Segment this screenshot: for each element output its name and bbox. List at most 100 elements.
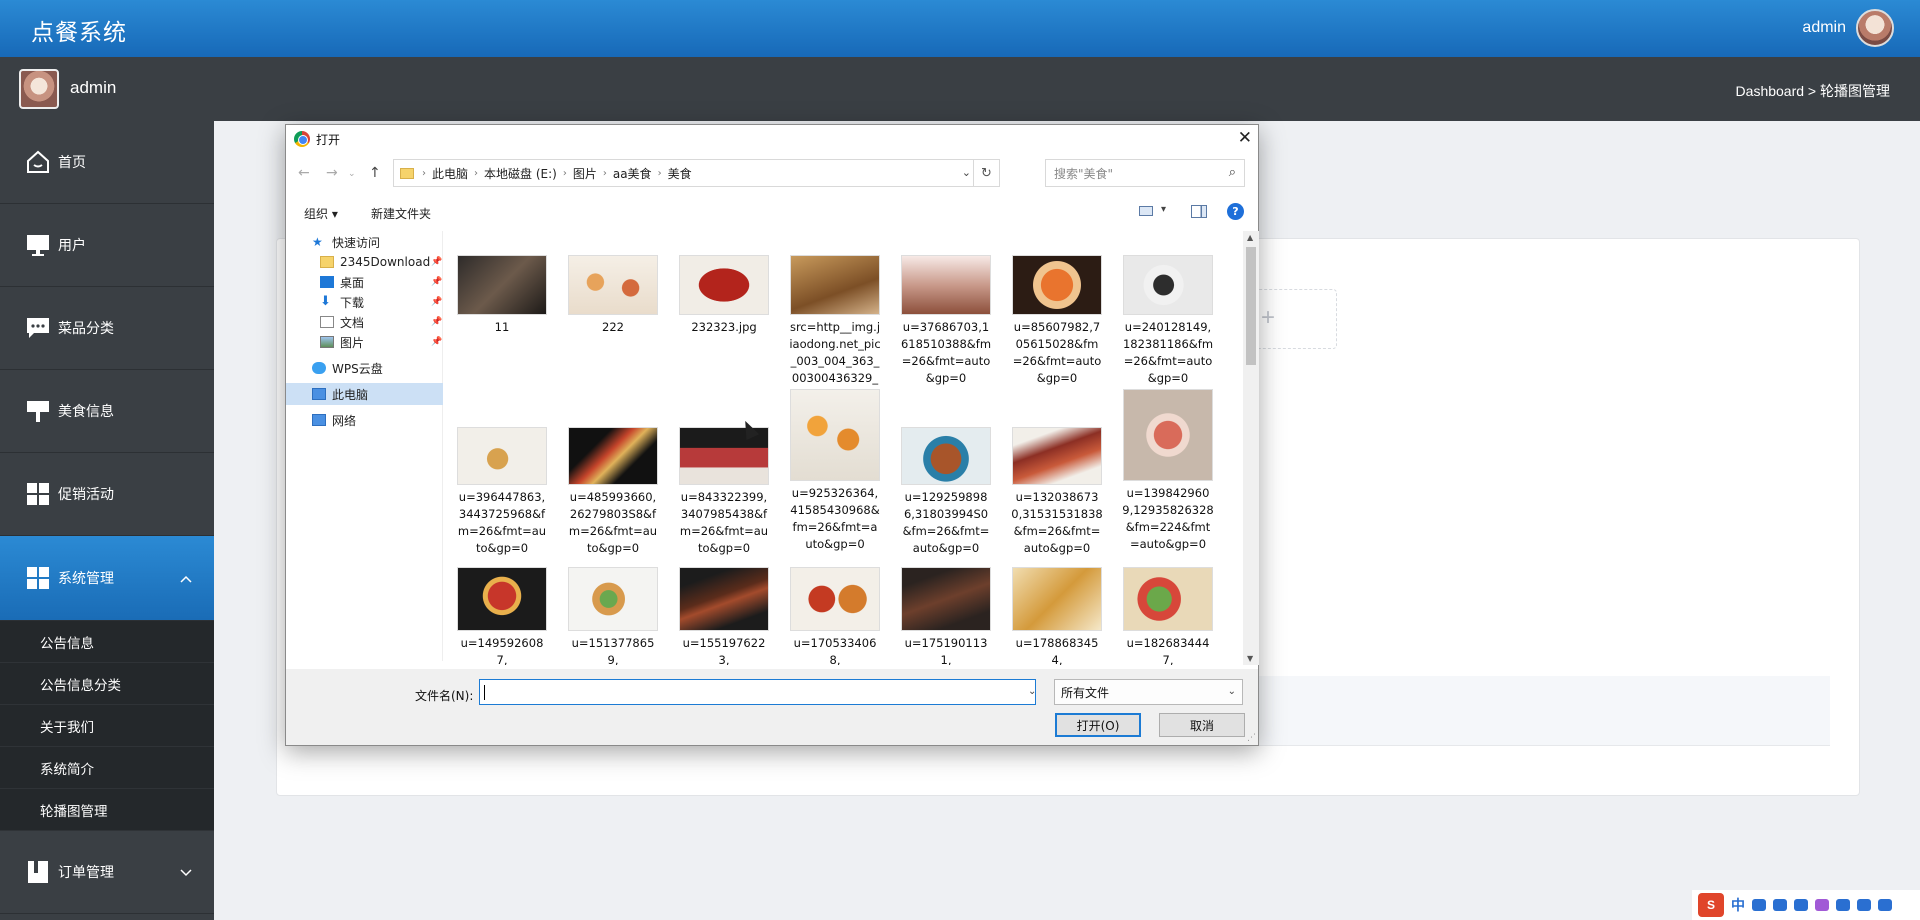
- sogou-logo-icon[interactable]: S: [1698, 893, 1724, 917]
- scroll-up-icon[interactable]: ▲: [1247, 233, 1253, 242]
- home-icon: [24, 148, 52, 176]
- chevron-down-icon[interactable]: ⌄: [962, 166, 971, 179]
- view-icon[interactable]: [1139, 206, 1153, 216]
- scrollbar-thumb[interactable]: [1246, 247, 1256, 365]
- sidebar-item-promotion[interactable]: 促销活动: [0, 453, 214, 536]
- scroll-down-icon[interactable]: ▼: [1247, 654, 1253, 663]
- recent-dropdown-icon[interactable]: ⌄: [348, 169, 356, 179]
- back-icon[interactable]: ←: [298, 165, 310, 181]
- tree-item-wps-cloud[interactable]: WPS云盘: [312, 357, 383, 379]
- help-icon[interactable]: ?: [1227, 203, 1244, 220]
- path-segment[interactable]: aa美食: [613, 165, 652, 182]
- file-tile[interactable]: u=85607982,705615028&fm=26&fmt=auto&gp=0: [1011, 255, 1103, 387]
- microphone-icon[interactable]: [1773, 899, 1787, 911]
- image-thumbnail: [457, 427, 547, 485]
- file-tile[interactable]: u=1705334068,: [789, 567, 881, 665]
- refresh-icon[interactable]: ↻: [973, 160, 999, 186]
- open-button[interactable]: 打开(O): [1055, 713, 1141, 737]
- sidebar-item-food[interactable]: 美食信息: [0, 370, 214, 453]
- file-tile[interactable]: src=http__img.jiaodong.net_pic_003_004_3…: [789, 255, 881, 404]
- image-thumbnail: [1123, 567, 1213, 631]
- address-bar[interactable]: › 此电脑 › 本地磁盘 (E:) › 图片 › aa美食 › 美食 ⌄ ↻: [393, 159, 1000, 187]
- keyboard-icon[interactable]: [1794, 899, 1808, 911]
- sidebar-item-orders[interactable]: 订单管理: [0, 831, 214, 914]
- separator-icon: ›: [562, 167, 567, 179]
- tree-item-network[interactable]: 网络: [312, 409, 356, 431]
- preview-pane-icon[interactable]: [1191, 205, 1207, 218]
- path-segment[interactable]: 本地磁盘 (E:): [484, 165, 557, 182]
- punctuation-icon[interactable]: [1752, 899, 1766, 911]
- submenu-item-carousel[interactable]: 轮播图管理: [0, 789, 214, 831]
- tree-item-desktop[interactable]: 桌面 📌: [320, 271, 442, 293]
- file-tile[interactable]: u=1826834447,: [1122, 567, 1214, 665]
- tree-label: WPS云盘: [332, 361, 383, 376]
- chevron-down-icon[interactable]: ▾: [1161, 204, 1166, 215]
- file-tile[interactable]: u=1513778659,: [567, 567, 659, 665]
- file-tile[interactable]: u=1292598986,31803994S0&fm=26&fmt=auto&g…: [900, 427, 992, 557]
- file-tile[interactable]: u=1788683454,: [1011, 567, 1103, 665]
- file-tile[interactable]: u=1320386730,31531531838&fm=26&fmt=auto&…: [1011, 427, 1103, 557]
- submenu-item-notice-category[interactable]: 公告信息分类: [0, 663, 214, 705]
- tree-item-download-folder[interactable]: 2345Download 📌: [320, 251, 442, 273]
- folder-icon: [320, 256, 334, 268]
- file-tile[interactable]: u=843322399,3407985438&fm=26&fmt=auto&gp…: [678, 427, 770, 557]
- close-icon[interactable]: ✕: [1238, 128, 1252, 148]
- new-folder-button[interactable]: 新建文件夹: [371, 205, 431, 222]
- tree-item-downloads[interactable]: ⬇ 下载 📌: [320, 291, 442, 313]
- file-tile[interactable]: u=37686703,1618510388&fm=26&fmt=auto&gp=…: [900, 255, 992, 387]
- chrome-icon: [294, 131, 310, 147]
- path-segment[interactable]: 美食: [668, 165, 692, 182]
- file-tile[interactable]: u=1398429609,12935826328&fm=224&fmt=auto…: [1122, 389, 1214, 553]
- chevron-down-icon[interactable]: ⌄: [1028, 686, 1036, 697]
- sidebar-item-category[interactable]: 菜品分类: [0, 287, 214, 370]
- filename-input[interactable]: [479, 679, 1036, 705]
- resize-grip-icon[interactable]: ⋰: [1247, 733, 1256, 743]
- forward-icon[interactable]: →: [326, 165, 338, 181]
- vertical-scrollbar[interactable]: ▲ ▼: [1243, 231, 1259, 665]
- sidebar-item-home[interactable]: 首页: [0, 121, 214, 204]
- organize-button[interactable]: 组织 ▾: [304, 205, 338, 222]
- file-tile[interactable]: 222: [567, 255, 659, 336]
- sidebar-item-users[interactable]: 用户: [0, 204, 214, 287]
- skin-icon[interactable]: [1815, 899, 1829, 911]
- avatar[interactable]: [1856, 9, 1894, 47]
- up-icon[interactable]: ↑: [369, 165, 381, 181]
- submenu-item-notice[interactable]: 公告信息: [0, 621, 214, 663]
- tree-item-this-pc[interactable]: 此电脑: [286, 383, 443, 405]
- submenu-item-intro[interactable]: 系统简介: [0, 747, 214, 789]
- toolbox-icon[interactable]: [1857, 899, 1871, 911]
- search-placeholder: 搜索"美食": [1054, 166, 1114, 181]
- game-icon[interactable]: [1836, 899, 1850, 911]
- file-tile[interactable]: u=240128149,182381186&fm=26&fmt=auto&gp=…: [1122, 255, 1214, 387]
- settings-icon[interactable]: [1878, 899, 1892, 911]
- image-thumbnail: [1012, 567, 1102, 631]
- path-segment[interactable]: 此电脑: [432, 165, 468, 182]
- file-tile[interactable]: u=485993660,26279803S8&fm=26&fmt=auto&gp…: [567, 427, 659, 557]
- tree-label: 此电脑: [332, 387, 369, 402]
- search-input[interactable]: 搜索"美食" ⌕: [1045, 159, 1245, 187]
- tree-item-pictures[interactable]: 图片 📌: [320, 331, 442, 353]
- file-tile[interactable]: 11: [456, 255, 548, 336]
- path-segment[interactable]: 图片: [573, 165, 597, 182]
- tree-item-quick-access[interactable]: ★ 快速访问: [312, 231, 380, 253]
- file-tile[interactable]: u=1551976223,: [678, 567, 770, 665]
- user-menu[interactable]: admin: [1802, 9, 1894, 47]
- cancel-button[interactable]: 取消: [1159, 713, 1245, 737]
- file-tile[interactable]: u=396447863,3443725968&fm=26&fmt=auto&gp…: [456, 427, 548, 557]
- file-tile[interactable]: u=1751901131,: [900, 567, 992, 665]
- tree-item-documents[interactable]: 文档 📌: [320, 311, 442, 333]
- file-name: u=1513778659,: [571, 636, 655, 665]
- file-tile[interactable]: u=925326364,41585430968&fm=26&fmt=auto&g…: [789, 389, 881, 553]
- file-tile[interactable]: u=1495926087,: [456, 567, 548, 665]
- pin-icon: 📌: [431, 257, 443, 267]
- sidebar-item-label: 促销活动: [58, 486, 114, 502]
- image-thumbnail: [790, 389, 880, 481]
- submenu-item-about[interactable]: 关于我们: [0, 705, 214, 747]
- chevron-down-icon: [180, 864, 192, 880]
- sign-icon: [24, 397, 52, 425]
- sidebar-item-system[interactable]: 系统管理: [0, 536, 214, 621]
- filetype-select[interactable]: 所有文件 ⌄: [1054, 679, 1243, 705]
- file-tile[interactable]: 232323.jpg: [678, 255, 770, 336]
- chevron-down-icon: ⌄: [1227, 686, 1236, 697]
- ime-mode-indicator[interactable]: 中: [1731, 895, 1745, 915]
